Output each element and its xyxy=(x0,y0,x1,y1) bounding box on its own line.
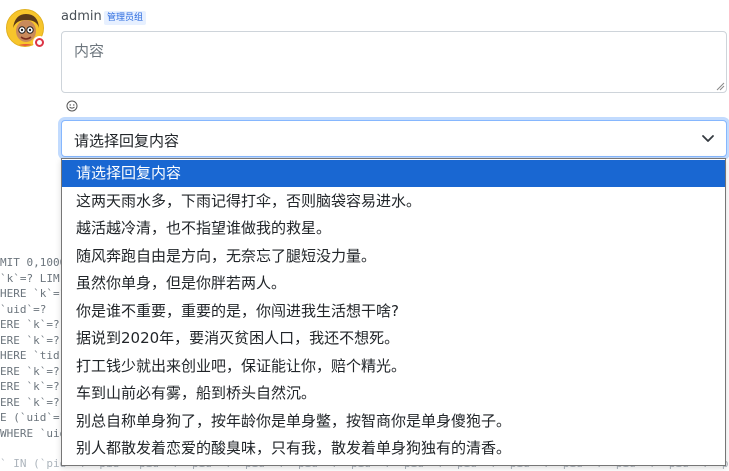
select-value: 请选择回复内容 xyxy=(74,132,180,150)
chevron-down-icon xyxy=(702,135,714,142)
select-option[interactable]: 别人都散发着恋爱的酸臭味，只有我，散发着单身狗独有的清香。 xyxy=(62,435,725,462)
page: MIT 0,10000 `k`=? LIM HERE `k`=? L `uid`=? E… xyxy=(0,0,729,471)
select-option[interactable]: 随风奔跑自由是方向，无奈忘了腿短没力量。 xyxy=(62,243,725,270)
reply-template-select[interactable]: 请选择回复内容 xyxy=(61,120,727,157)
select-option[interactable]: 虽然你单身，但是你胖若两人。 xyxy=(62,270,725,297)
select-option[interactable]: 车到山前必有雾，船到桥头自然沉。 xyxy=(62,380,725,407)
background-log-line: E (`uid`=? xyxy=(0,411,67,424)
resize-grip-icon[interactable] xyxy=(715,81,725,91)
select-option[interactable]: 别总自称单身狗了，按年龄你是单身鳖，按智商你是单身傻狍子。 xyxy=(62,408,725,435)
background-log-line: `uid`=? xyxy=(0,302,47,316)
select-option[interactable]: 这两天雨水多，下雨记得打伞，否则脑袋容易进水。 xyxy=(62,188,725,215)
reply-template-options: 请选择回复内容 这两天雨水多，下雨记得打伞，否则脑袋容易进水。 越活越冷清，也不指望… xyxy=(61,158,726,466)
select-option[interactable]: 越活越冷清，也不指望谁做我的救星。 xyxy=(62,215,725,242)
role-badge: 管理员组 xyxy=(104,11,147,25)
username[interactable]: admin xyxy=(61,9,102,24)
select-option[interactable]: 据说到2020年，要消灭贫困人口，我还不想死。 xyxy=(62,325,725,352)
select-option[interactable]: 请选择回复内容 xyxy=(62,160,725,187)
status-badge-icon xyxy=(33,36,46,49)
background-log-line: WHERE `uid xyxy=(0,426,67,440)
select-option[interactable]: 你是谁不重要，重要的是，你闯进我生活想干啥? xyxy=(62,298,725,325)
background-log-line: `k`=? LIM xyxy=(0,271,60,285)
reply-content-input[interactable] xyxy=(61,31,727,93)
select-option[interactable]: 打工钱少就出来创业吧，保证能让你，赔个精光。 xyxy=(62,353,725,380)
smiley-icon[interactable] xyxy=(66,100,78,112)
